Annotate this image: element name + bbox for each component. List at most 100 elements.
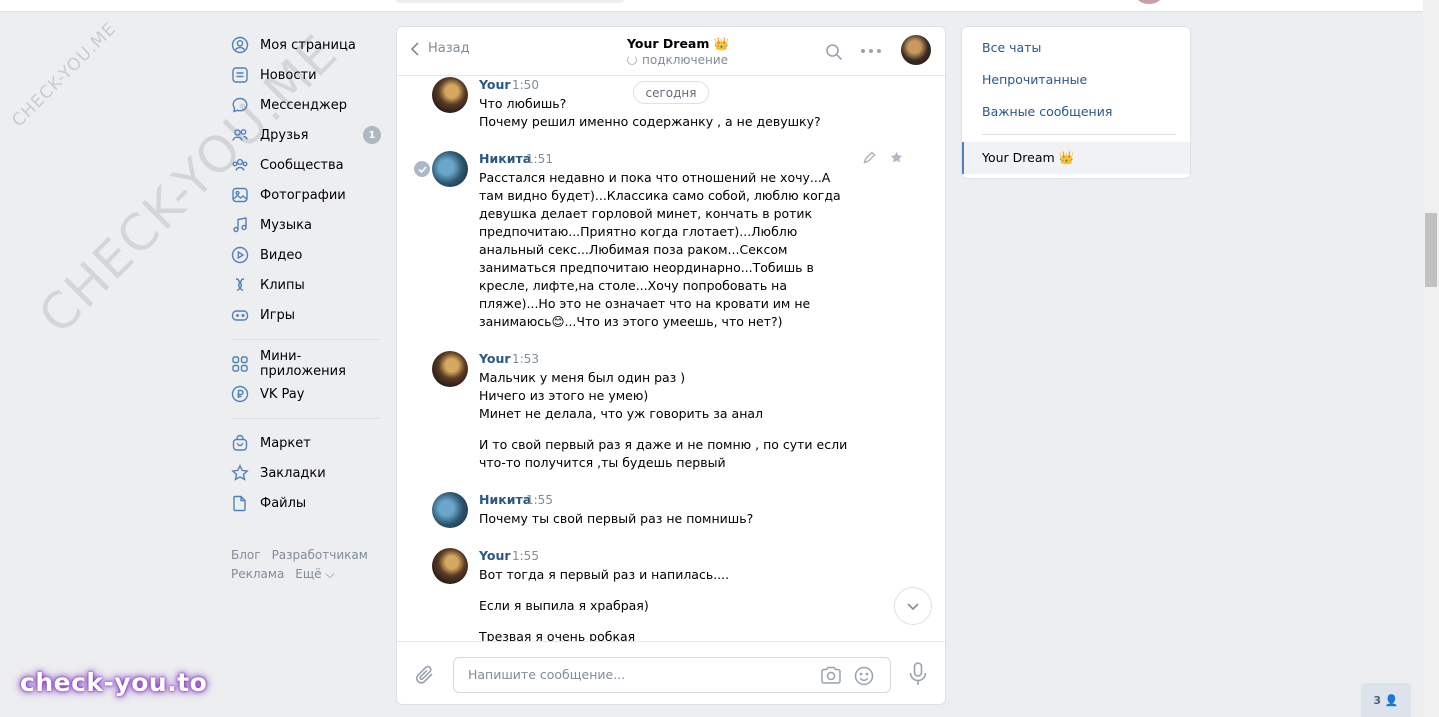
avatar[interactable] (432, 351, 468, 387)
page-scrollbar[interactable] (1423, 0, 1439, 717)
message-item[interactable]: Никита 1:51 Расстался недавно и пока что… (414, 151, 903, 333)
message-line: Почему решил именно содержанку , а не де… (479, 114, 821, 129)
nav-item-label: Закладки (260, 465, 326, 481)
nav-item-my-page[interactable]: Моя страница (231, 30, 381, 60)
nav-item-label: Клипы (260, 277, 305, 293)
message-line: Минет не делала, что уж говорить за анал (479, 406, 764, 421)
avatar[interactable] (432, 492, 468, 528)
back-button[interactable]: Назад (411, 41, 470, 56)
message-author[interactable]: Your (479, 548, 511, 563)
nav-item-photos[interactable]: Фотографии (231, 180, 381, 210)
nav-item-label: Новости (260, 67, 317, 83)
chat-bubble-icon (231, 96, 249, 114)
page-scrollbar-thumb[interactable] (1425, 213, 1437, 287)
avatar[interactable] (432, 548, 468, 584)
filter-important[interactable]: Важные сообщения (982, 104, 1112, 119)
smile-icon[interactable] (854, 666, 874, 686)
footer-link-blog[interactable]: Блог (231, 548, 261, 562)
online-friends-badge[interactable]: 3 👤 (1361, 683, 1411, 717)
message-line: Мальчик у меня был один раз ) (479, 370, 686, 385)
message-item[interactable]: Your 1:53 Мальчик у меня был один раз ) … (432, 351, 882, 475)
filter-unread[interactable]: Непрочитанные (982, 72, 1087, 87)
nav-separator (231, 339, 381, 340)
footer-link-developers[interactable]: Разработчикам (272, 548, 368, 562)
back-button-label: Назад (428, 41, 470, 56)
nav-item-friends[interactable]: Друзья 1 (231, 120, 381, 150)
header-avatar[interactable] (1137, 0, 1161, 4)
paperclip-icon[interactable] (415, 664, 435, 686)
message-body: Расстался недавно и пока что отношений н… (479, 169, 854, 331)
nav-item-messenger[interactable]: Мессенджер (231, 90, 381, 120)
more-dots-icon[interactable] (861, 49, 881, 53)
footer-link-ads[interactable]: Реклама (231, 567, 284, 581)
avatar[interactable] (432, 77, 468, 113)
nav-item-files[interactable]: Файлы (231, 488, 381, 518)
pencil-icon[interactable] (863, 151, 876, 164)
message-author[interactable]: Your (479, 77, 511, 92)
nav-item-label: Маркет (260, 435, 311, 451)
message-author[interactable]: Your (479, 351, 511, 366)
nav-item-mini-apps[interactable]: Мини-приложения (231, 349, 381, 379)
message-input-box[interactable] (453, 657, 891, 693)
file-icon (231, 494, 249, 512)
active-chat-item[interactable]: Your Dream 👑 (962, 142, 1190, 174)
message-author[interactable]: Никита (479, 151, 531, 166)
nav-item-clips[interactable]: Клипы (231, 270, 381, 300)
chat-header: Назад Your Dream 👑 подключение (397, 27, 945, 76)
message-time: 1:53 (512, 352, 539, 366)
message-author[interactable]: Никита (479, 492, 531, 507)
nav-item-label: Сообщества (260, 157, 344, 173)
date-separator-pill: сегодня (633, 81, 709, 104)
filter-all-chats[interactable]: Все чаты (982, 40, 1041, 55)
friends-icon (231, 126, 249, 144)
gamepad-icon (231, 306, 249, 324)
camera-icon[interactable] (820, 666, 842, 684)
nav-item-vk-pay[interactable]: VK Pay (231, 379, 381, 409)
photo-icon (231, 186, 249, 204)
avatar[interactable] (432, 151, 468, 187)
peer-status: подключение (627, 53, 728, 67)
message-line: Почему ты свой первый раз не помнишь? (479, 511, 754, 526)
top-header-bar (0, 0, 1423, 12)
user-circle-icon (231, 36, 249, 54)
message-item[interactable]: Никита 1:55 Почему ты свой первый раз не… (432, 492, 882, 532)
bag-icon (231, 434, 249, 452)
nav-item-games[interactable]: Игры (231, 300, 381, 330)
search-icon[interactable] (825, 43, 843, 61)
header-search-field[interactable] (395, 0, 625, 3)
music-note-icon (231, 216, 249, 234)
ruble-icon (231, 385, 249, 403)
message-line: Расстался недавно и пока что отношений н… (479, 170, 841, 329)
microphone-icon[interactable] (908, 662, 928, 686)
nav-item-bookmarks[interactable]: Закладки (231, 458, 381, 488)
message-line: Ничего из этого не умею) (479, 388, 649, 403)
nav-item-news[interactable]: Новости (231, 60, 381, 90)
footer-links: Блог Разработчикам Реклама Ещё ⌵ (231, 546, 379, 584)
peer-name[interactable]: Your Dream 👑 (627, 36, 729, 52)
nav-item-communities[interactable]: Сообщества (231, 150, 381, 180)
message-item[interactable]: Your 1:55 Вот тогда я первый раз и напил… (432, 548, 882, 641)
nav-item-music[interactable]: Музыка (231, 210, 381, 240)
message-line: И то свой первый раз я даже и не помню ,… (479, 437, 848, 470)
star-icon[interactable] (890, 151, 903, 164)
message-input[interactable] (466, 666, 800, 683)
left-navigation: Моя страница Новости Мессенджер Друзья 1… (231, 30, 381, 518)
peer-avatar[interactable] (901, 35, 931, 65)
nav-item-market[interactable]: Маркет (231, 428, 381, 458)
message-line: Вот тогда я первый раз и напилась.... (479, 567, 730, 582)
nav-item-label: Мини-приложения (260, 349, 346, 379)
watermark-small: CHECK-YOU.ME (8, 18, 121, 132)
message-time: 1:55 (512, 549, 539, 563)
scroll-down-button[interactable] (894, 587, 932, 625)
nav-item-video[interactable]: Видео (231, 240, 381, 270)
message-history[interactable]: Your 1:50 Что любишь? Почему решил именн… (397, 75, 945, 641)
check-icon[interactable] (414, 161, 430, 177)
peer-status-text: подключение (642, 53, 729, 67)
message-time: 1:50 (512, 78, 539, 92)
message-time: 1:55 (526, 493, 553, 507)
nav-item-label: Видео (260, 247, 303, 263)
message-composer (397, 641, 945, 704)
nav-item-label: Музыка (260, 217, 312, 233)
communities-icon (231, 156, 249, 174)
footer-link-more[interactable]: Ещё ⌵ (295, 567, 334, 581)
